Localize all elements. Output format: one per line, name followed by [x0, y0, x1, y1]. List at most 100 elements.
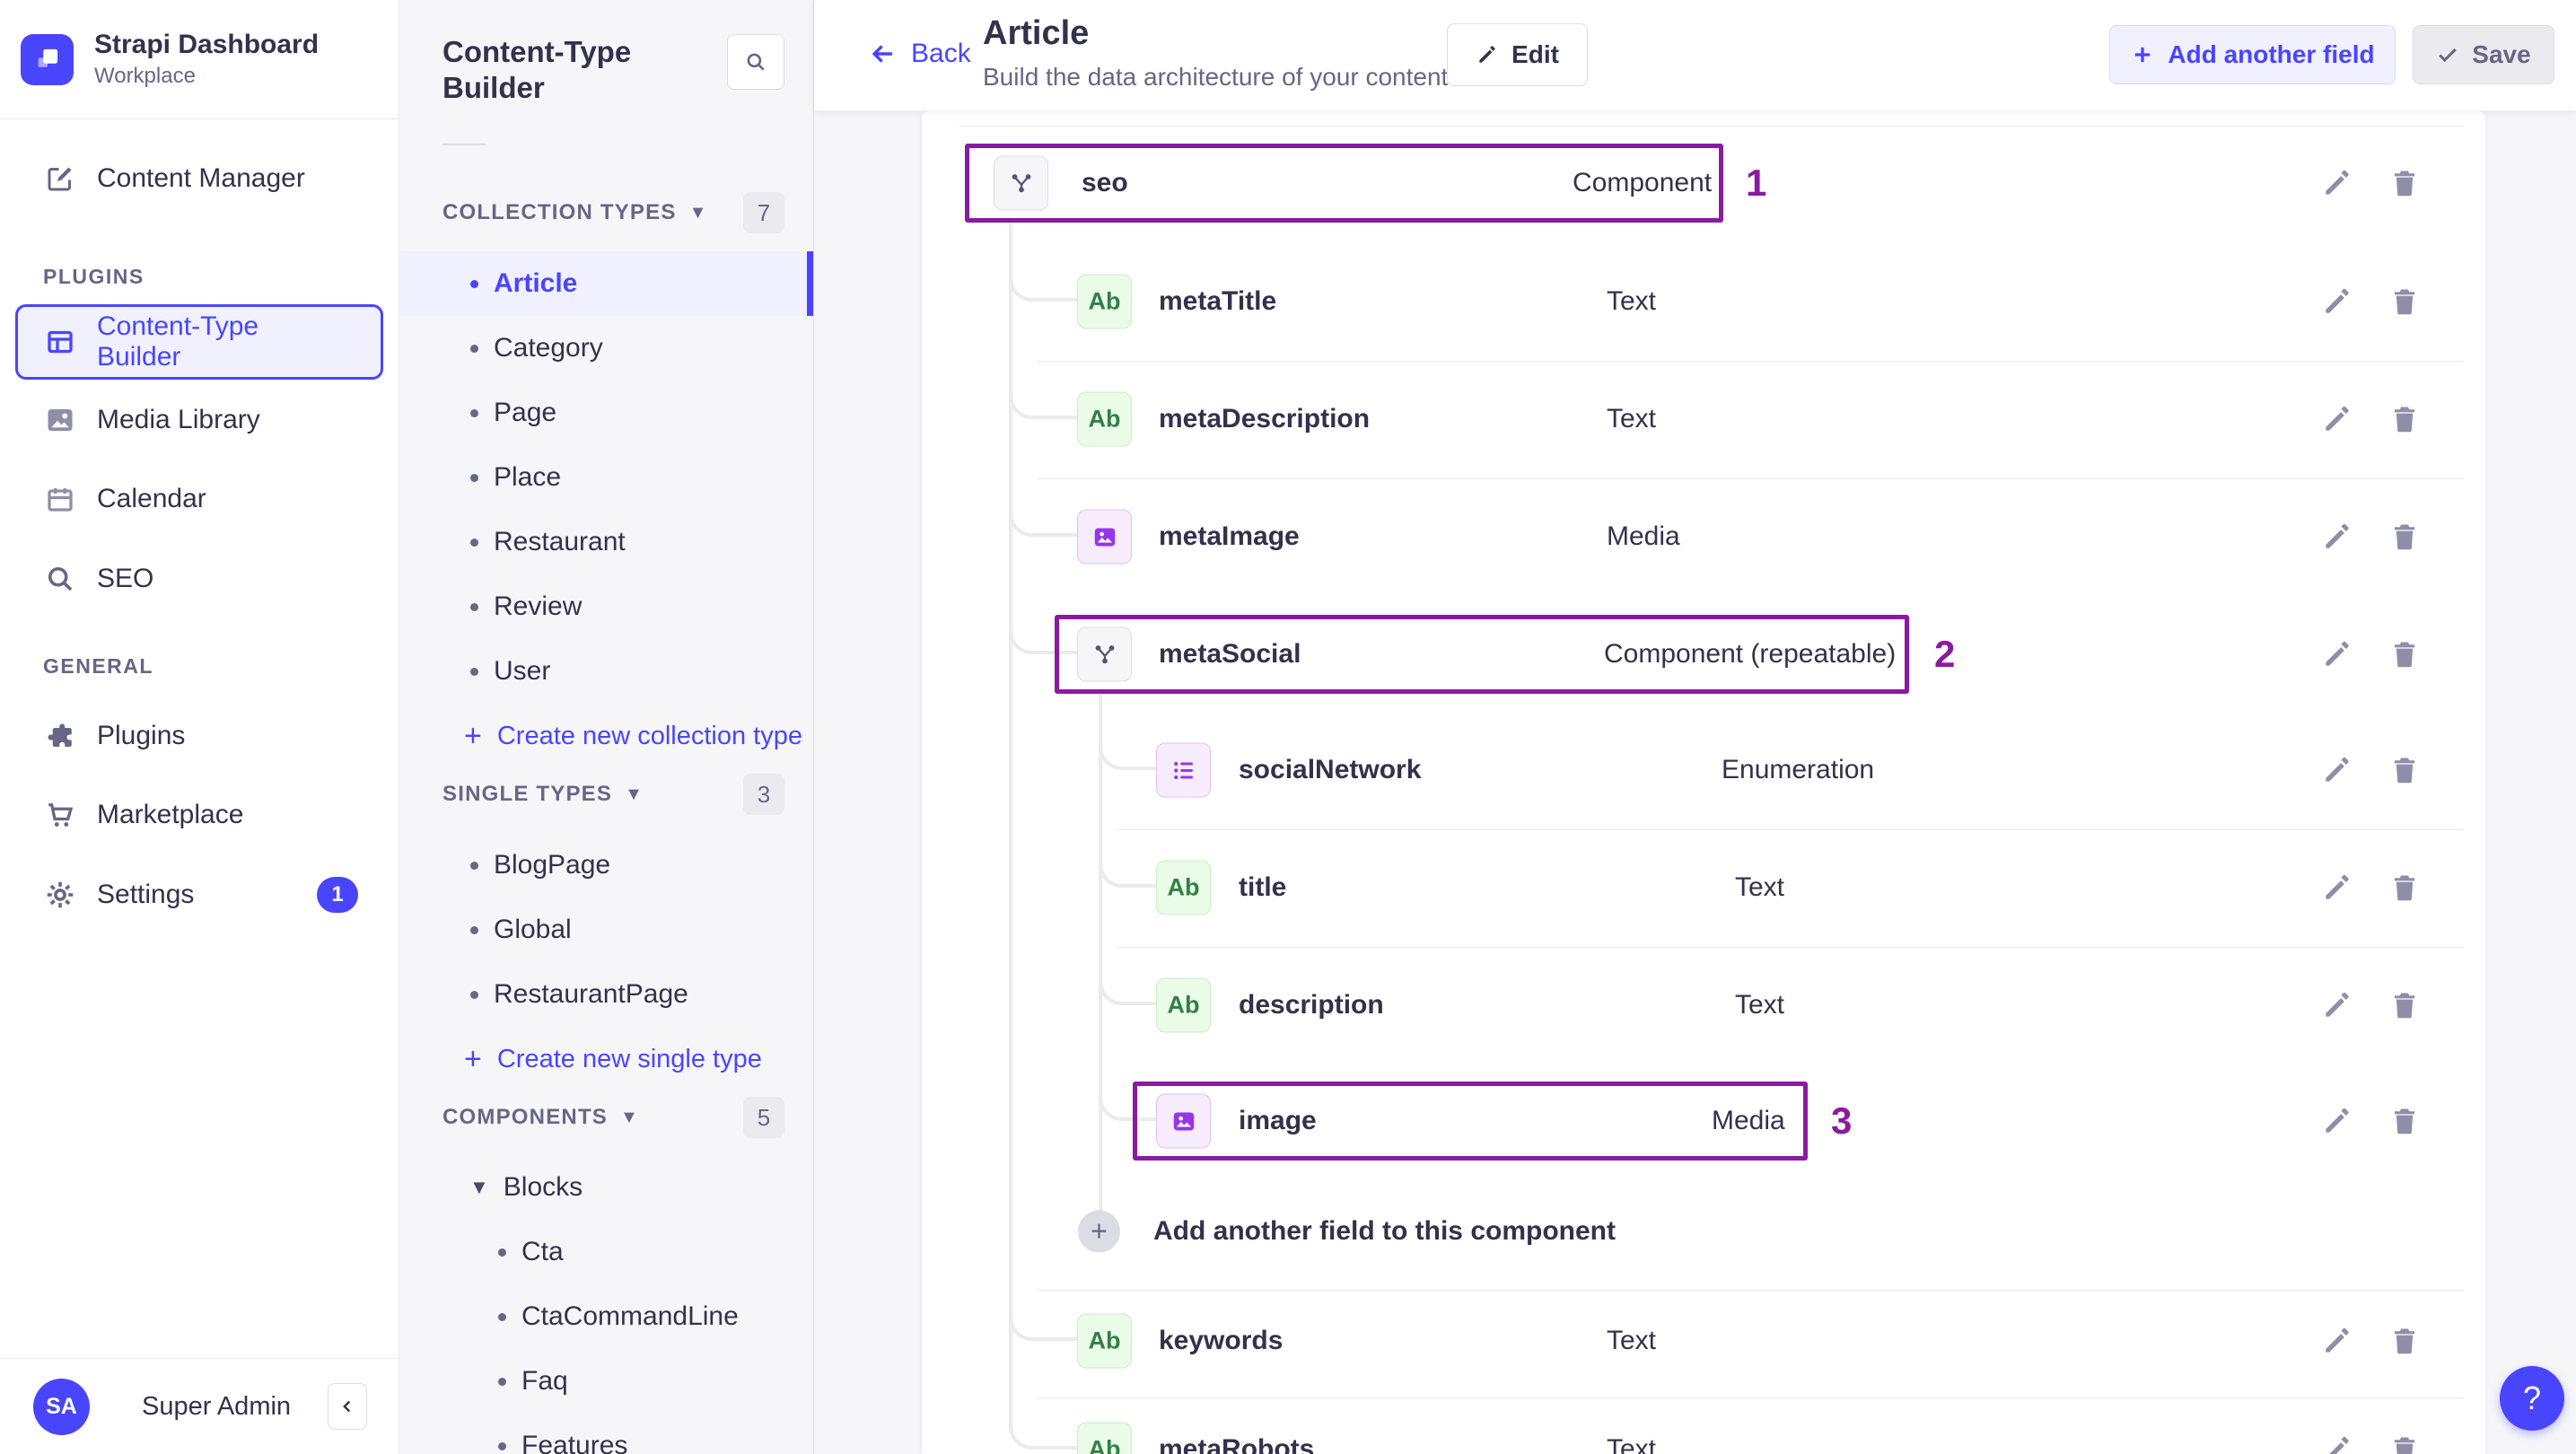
add-component-field-label[interactable]: Add another field to this component [1153, 1216, 1616, 1247]
edit-field-button[interactable] [2320, 988, 2354, 1022]
edit-field-button[interactable] [2320, 637, 2354, 671]
nav-item-calendar[interactable]: Calendar [0, 461, 399, 537]
collapse-sidebar-button[interactable] [328, 1383, 367, 1430]
delete-field-button[interactable] [2388, 753, 2422, 787]
nav-label: Media Library [97, 405, 260, 434]
tree-elbow [1099, 964, 1156, 1005]
subnav-item-place[interactable]: Place [399, 445, 813, 510]
edit-field-button[interactable] [2320, 285, 2354, 319]
save-label: Save [2472, 40, 2531, 68]
search-icon [747, 53, 765, 71]
edit-field-button[interactable] [2320, 753, 2354, 787]
avatar[interactable]: SA [33, 1378, 90, 1435]
group-collection-types[interactable]: COLLECTION TYPES ▼ 7 [399, 192, 813, 233]
field-name: description [1239, 990, 1384, 1020]
subnav-item-restaurantpage[interactable]: RestaurantPage [399, 962, 813, 1027]
field-type: Enumeration [1722, 755, 1875, 784]
field-type: Media [1712, 1106, 1785, 1135]
nav-label: Settings [97, 880, 195, 909]
user-footer: SA Super Admin [0, 1358, 399, 1454]
field-name: metaDescription [1159, 404, 1371, 434]
enumeration-field-icon [1156, 742, 1211, 798]
field-name: metaSocial [1159, 639, 1301, 669]
delete-field-button[interactable] [2388, 520, 2422, 554]
subnav-item-article[interactable]: Article [399, 251, 813, 316]
delete-field-button[interactable] [2388, 285, 2422, 319]
delete-field-button[interactable] [2388, 1432, 2422, 1454]
bullet-icon [470, 473, 478, 482]
edit-button[interactable]: Edit [1447, 23, 1588, 86]
save-button[interactable]: Save [2413, 25, 2554, 84]
nav-item-marketplace[interactable]: Marketplace [0, 777, 399, 853]
nav-label: SEO [97, 564, 154, 593]
check-icon [2439, 48, 2458, 63]
text-field-icon: Ab [1156, 860, 1211, 915]
nav-item-content-manager[interactable]: Content Manager [0, 141, 399, 216]
annotation-box-image [1133, 1082, 1808, 1161]
bullet-icon [470, 861, 478, 870]
subnav-item-faq[interactable]: Faq [399, 1349, 813, 1414]
search-button[interactable] [727, 34, 784, 90]
nav-item-plugins[interactable]: Plugins [0, 698, 399, 774]
help-button[interactable]: ? [2500, 1366, 2564, 1431]
add-component-field-button[interactable]: + [1078, 1210, 1120, 1253]
delete-field-button[interactable] [2388, 988, 2422, 1022]
edit-field-button[interactable] [2320, 402, 2354, 436]
delete-field-button[interactable] [2388, 166, 2422, 200]
delete-field-button[interactable] [2388, 871, 2422, 905]
edit-field-button[interactable] [2320, 1324, 2354, 1358]
edit-field-button[interactable] [2320, 871, 2354, 905]
subnav-item-page[interactable]: Page [399, 381, 813, 445]
delete-field-button[interactable] [2388, 402, 2422, 436]
subnav-item-label: CtaCommandLine [521, 1301, 739, 1331]
subnav-item-ctacommandline[interactable]: CtaCommandLine [399, 1284, 813, 1349]
row-separator [1037, 1290, 2464, 1291]
tree-elbow [1099, 846, 1156, 888]
delete-field-button[interactable] [2388, 637, 2422, 671]
edit-field-button[interactable] [2320, 520, 2354, 554]
nav-item-settings[interactable]: Settings 1 [0, 857, 399, 933]
field-type: Component (repeatable) [1604, 639, 1897, 669]
nav-item-media-library[interactable]: Media Library [0, 382, 399, 458]
subnav-item-user[interactable]: User [399, 639, 813, 704]
field-name: metaTitle [1159, 286, 1277, 316]
field-name: title [1239, 872, 1287, 902]
annotation-number: 1 [1746, 162, 1767, 204]
group-label: SINGLE TYPES [442, 782, 613, 806]
plus-icon: + [464, 1041, 482, 1076]
plus-icon: + [464, 718, 482, 753]
subnav-item-cta[interactable]: Cta [399, 1220, 813, 1284]
subnav-item-category[interactable]: Category [399, 316, 813, 381]
nav-item-seo[interactable]: SEO [0, 541, 399, 617]
subnav-item-features[interactable]: Features [399, 1414, 813, 1454]
subnav-title: Content-Type Builder [442, 35, 632, 104]
edit-field-button[interactable] [2320, 166, 2354, 200]
media-field-icon [1156, 1093, 1211, 1149]
edit-field-button[interactable] [2320, 1432, 2354, 1454]
subnav-item-restaurant[interactable]: Restaurant [399, 510, 813, 574]
group-single-types[interactable]: SINGLE TYPES ▼ 3 [399, 774, 813, 815]
group-components[interactable]: COMPONENTS ▼ 5 [399, 1097, 813, 1138]
subnav-item-blogpage[interactable]: BlogPage [399, 833, 813, 898]
subnav-item-label: Features [521, 1431, 628, 1454]
bullet-icon [470, 602, 478, 611]
field-type: Media [1607, 521, 1680, 551]
bullet-icon [470, 344, 478, 353]
subnav-item-global[interactable]: Global [399, 898, 813, 962]
subnav-item-review[interactable]: Review [399, 574, 813, 639]
create-single-type-link[interactable]: + Create new single type [399, 1027, 813, 1091]
create-collection-type-link[interactable]: + Create new collection type [399, 704, 813, 768]
delete-field-button[interactable] [2388, 1324, 2422, 1358]
nav-label: Marketplace [97, 800, 244, 829]
subnav-item-label: Global [494, 915, 572, 944]
seo-search-icon [43, 562, 77, 596]
edit-field-button[interactable] [2320, 1104, 2354, 1138]
delete-field-button[interactable] [2388, 1104, 2422, 1138]
subnav-item-label: Review [494, 591, 583, 621]
back-link[interactable]: Back [868, 39, 971, 69]
nav-item-content-type-builder[interactable]: Content-Type Builder [15, 304, 383, 380]
nav-label: Content Manager [97, 163, 305, 193]
component-category-blocks[interactable]: ▼ Blocks [399, 1155, 813, 1220]
add-another-field-button[interactable]: Add another field [2109, 25, 2396, 84]
field-type: Text [1735, 990, 1785, 1020]
